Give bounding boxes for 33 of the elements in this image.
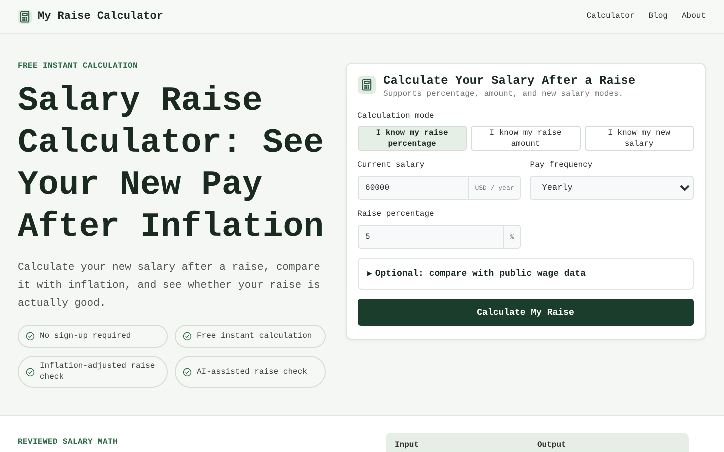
field-label: Pay frequency <box>530 161 594 170</box>
site-title: My Raise Calculator <box>38 10 164 22</box>
intro-text: Calculate your new salary after a raise, compare it with inflation, and see whether your raise is actually good. <box>18 261 322 312</box>
check-circle-icon <box>183 368 192 376</box>
field-label: Calculation mode <box>358 112 436 121</box>
card-subtitle: Supports percentage, amount, and new salary modes. <box>384 90 625 99</box>
calculator-icon <box>18 10 32 24</box>
eyebrow-label: REVIEWED SALARY MATH <box>18 438 118 447</box>
page-heading: Salary Raise Calculator: See Your New Pay After Inflation <box>18 82 326 249</box>
check-circle-icon <box>26 332 35 341</box>
mode-option[interactable]: I know my raise amount <box>471 126 581 151</box>
mode-option[interactable]: I know my new salary <box>584 126 694 151</box>
check-circle-icon <box>183 332 192 341</box>
raise-field[interactable]: 5 <box>358 225 504 249</box>
field-label: Current salary <box>358 161 426 170</box>
check-circle-icon <box>26 368 35 376</box>
table-header: Input Output <box>386 433 689 452</box>
nav-link[interactable]: About <box>682 12 706 21</box>
frequency-select[interactable]: Yearly <box>530 176 694 200</box>
optional-section-toggle[interactable]: ▶ Optional: compare with public wage data <box>358 258 694 290</box>
eyebrow-label: FREE INSTANT CALCULATION <box>18 62 140 71</box>
card-title: Calculate Your Salary After a Raise <box>384 74 636 88</box>
field-label: Raise percentage <box>358 210 436 219</box>
nav-link[interactable]: Blog <box>648 12 668 21</box>
calculator-icon <box>360 78 374 92</box>
mode-option[interactable]: I know my raise percentage <box>358 126 468 151</box>
feature-pill: Free instant calculation <box>175 325 326 348</box>
feature-pill: Inflation-adjusted raise check <box>18 356 168 388</box>
salary-field[interactable]: 60000 <box>358 176 468 200</box>
calculate-button[interactable]: Calculate My Raise <box>358 299 694 326</box>
feature-pill: AI-assisted raise check <box>175 356 326 388</box>
feature-pill: No sign-up required <box>18 325 168 348</box>
nav-link[interactable]: Calculator <box>586 12 635 21</box>
